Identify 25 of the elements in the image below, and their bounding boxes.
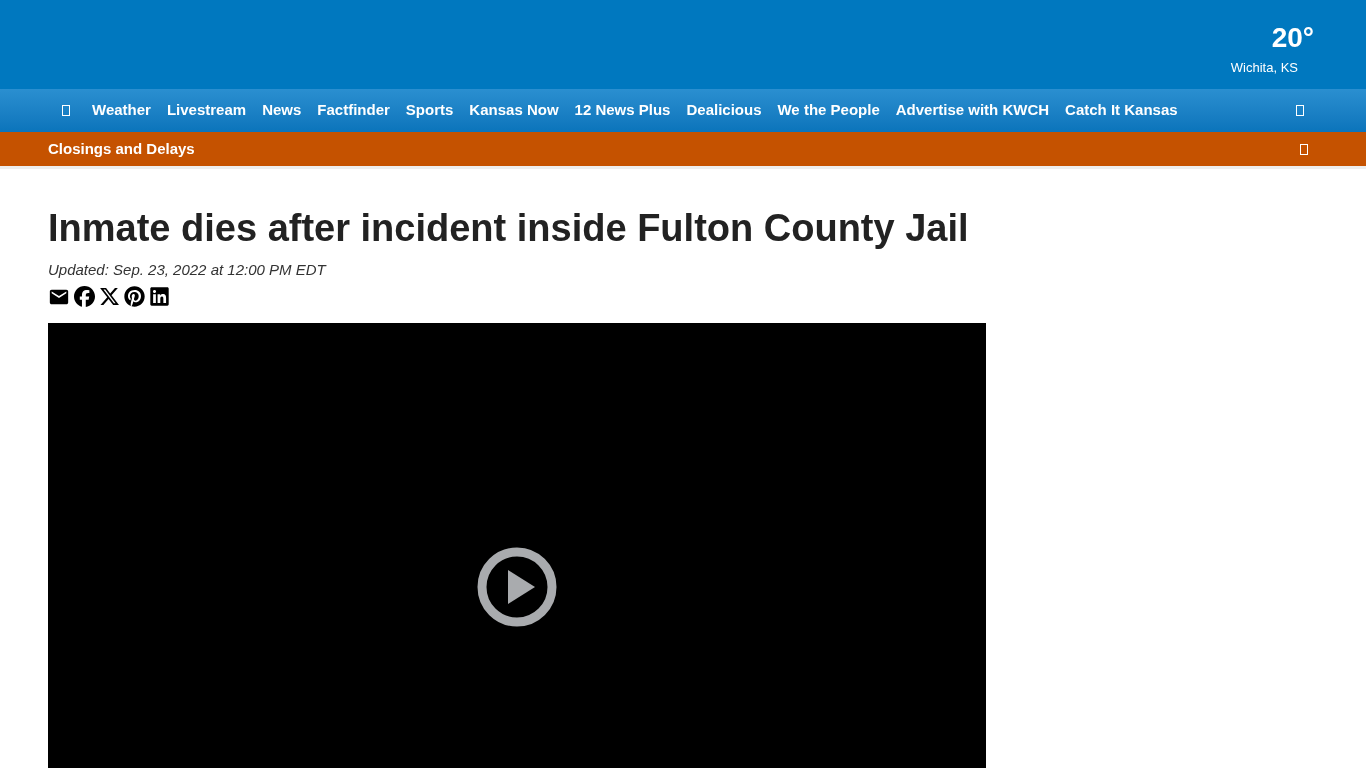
nav-link[interactable]: Kansas Now bbox=[469, 99, 559, 122]
play-icon[interactable] bbox=[477, 546, 557, 627]
nav-link[interactable]: We the People bbox=[777, 99, 880, 122]
weather-widget[interactable]: 20° Wichita, KS bbox=[1230, 0, 1314, 78]
updated-time: Updated: Sep. 23, 2022 at 12:00 PM EDT bbox=[48, 260, 328, 280]
nav-link[interactable]: News bbox=[262, 99, 302, 122]
nav-link[interactable]: Advertise with KWCH bbox=[895, 99, 1050, 122]
linkedin-icon[interactable] bbox=[149, 286, 170, 307]
nav-link[interactable]: Catch It Kansas bbox=[1065, 99, 1178, 122]
missing-glyph-icon[interactable] bbox=[62, 105, 70, 116]
headline: Inmate dies after incident inside Fulton County Jail bbox=[48, 206, 970, 251]
nav-link[interactable]: Sports bbox=[405, 99, 454, 122]
nav-link[interactable]: 12 News Plus bbox=[574, 99, 671, 122]
alert-link[interactable]: Closings and Delays bbox=[48, 137, 195, 161]
missing-glyph-icon[interactable] bbox=[1300, 143, 1308, 155]
nav-link[interactable]: Weather bbox=[92, 99, 151, 122]
facebook-icon[interactable] bbox=[74, 286, 95, 307]
location: Wichita, KS bbox=[1230, 59, 1298, 77]
temperature: 20° bbox=[1271, 21, 1314, 55]
nav-link[interactable]: Factfinder bbox=[317, 99, 390, 122]
missing-glyph-icon[interactable] bbox=[1296, 105, 1304, 116]
pinterest-icon[interactable] bbox=[124, 286, 145, 307]
x-icon[interactable] bbox=[99, 286, 120, 307]
nav-link[interactable]: Livestream bbox=[166, 99, 247, 122]
nav-link[interactable]: Dealicious bbox=[686, 99, 762, 122]
